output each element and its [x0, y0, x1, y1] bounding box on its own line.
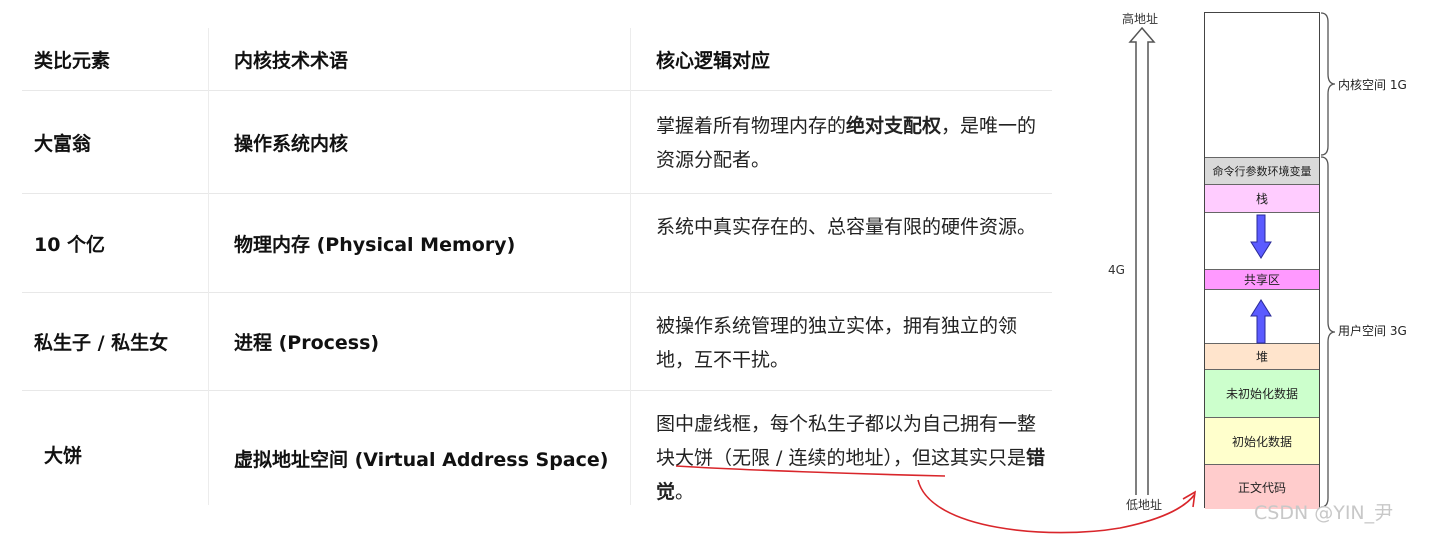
watermark: CSDN @YIN_尹: [1254, 502, 1394, 524]
annotation-underline-and-arrow: [675, 465, 1197, 534]
